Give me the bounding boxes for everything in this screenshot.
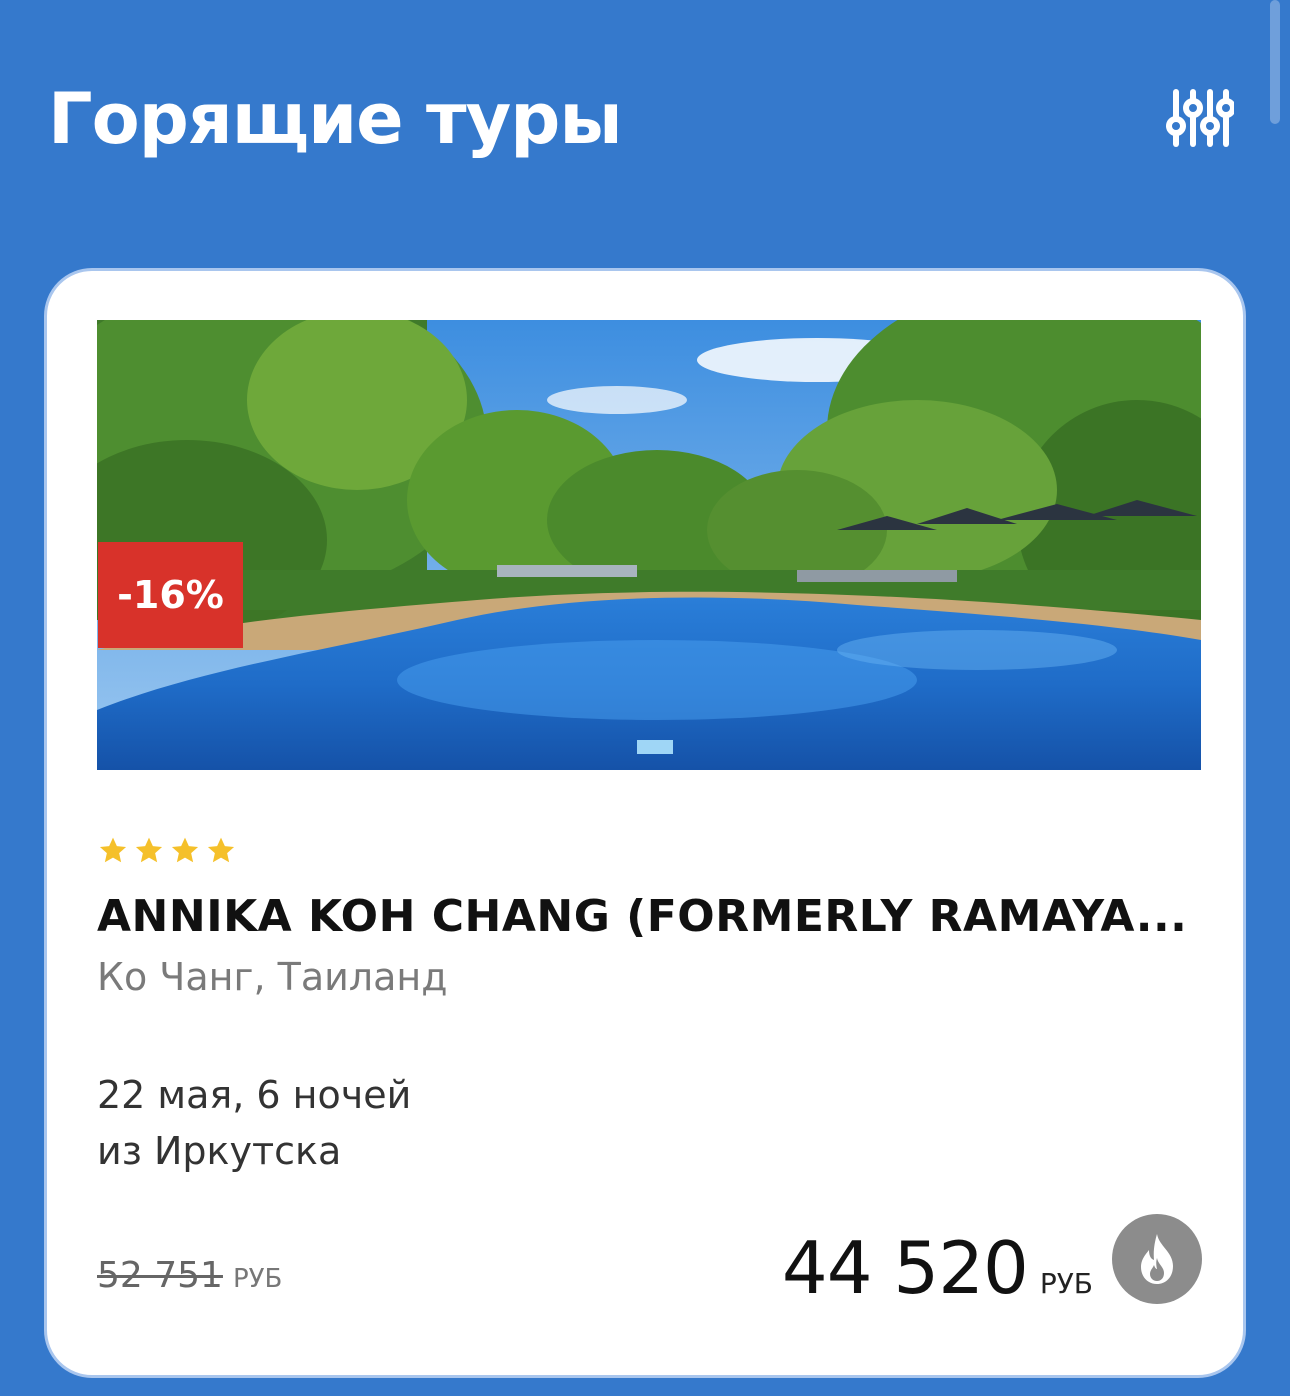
flame-icon — [1141, 1234, 1173, 1284]
hotel-photo[interactable]: -16% — [97, 320, 1201, 770]
star-icon — [171, 837, 199, 863]
star-icon — [135, 837, 163, 863]
old-price-value: 52 751 — [97, 1255, 223, 1296]
tour-dates: 22 мая, 6 ночей — [97, 1073, 412, 1117]
star-rating — [97, 835, 237, 867]
old-price: 52 751 РУБ — [97, 1255, 282, 1296]
price-currency: РУБ — [1039, 1267, 1093, 1300]
departure-city: из Иркутска — [97, 1129, 342, 1173]
scrollbar[interactable] — [1270, 0, 1280, 124]
tour-card[interactable]: -16% ANNIKA KOH CHANG (FORMERLY RAMAYA..… — [44, 268, 1246, 1378]
pool-image — [97, 320, 1201, 770]
sliders-icon — [1166, 89, 1236, 147]
star-icon — [99, 837, 127, 863]
hotel-location: Ко Чанг, Таиланд — [97, 955, 448, 999]
hotel-name[interactable]: ANNIKA KOH CHANG (FORMERLY RAMAYA... — [97, 891, 1197, 942]
old-price-currency: РУБ — [232, 1264, 283, 1294]
star-icon — [207, 837, 235, 863]
discount-badge: -16% — [98, 542, 243, 648]
filter-button[interactable] — [1166, 88, 1236, 148]
current-price: 44 520 РУБ — [782, 1226, 1093, 1310]
hot-tour-button[interactable] — [1112, 1214, 1202, 1304]
header: Горящие туры — [0, 0, 1290, 240]
price-value: 44 520 — [781, 1226, 1029, 1310]
page-title: Горящие туры — [48, 78, 623, 160]
